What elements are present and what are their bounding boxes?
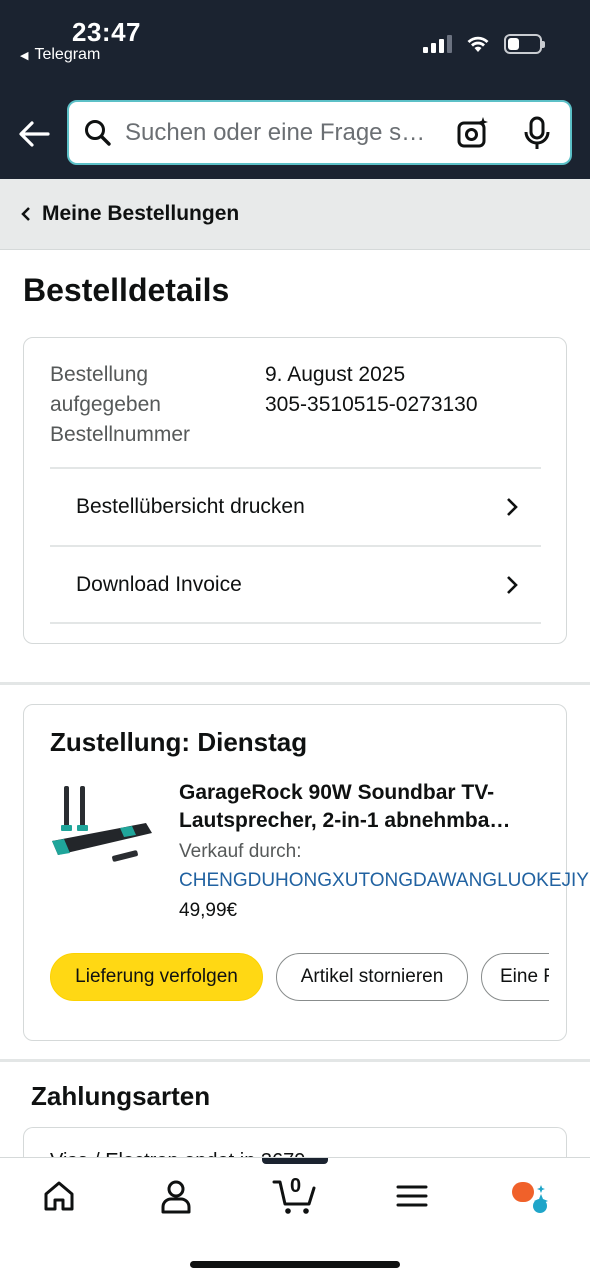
- menu-icon[interactable]: [392, 1176, 432, 1216]
- status-time: 23:47: [72, 17, 141, 47]
- payment-title: Zahlungsarten: [31, 1081, 211, 1111]
- product-name[interactable]: GarageRock 90W Soundbar TV-Lautsprecher,…: [179, 779, 559, 835]
- download-invoice-label: Download Invoice: [76, 572, 242, 596]
- order-meta-values: 9. August 2025 305-3510515-0273130: [265, 360, 478, 420]
- section-divider: [0, 682, 590, 685]
- track-delivery-button[interactable]: Lieferung verfolgen: [50, 953, 263, 1001]
- account-icon[interactable]: [156, 1176, 196, 1216]
- status-icons: [423, 34, 545, 54]
- search-bar[interactable]: [67, 100, 572, 165]
- section-divider: [0, 1059, 590, 1062]
- shipment-card: Zustellung: Dienstag GarageRock 90W Soun…: [23, 704, 589, 1041]
- print-summary-link[interactable]: Bestellübersicht drucken: [50, 467, 541, 544]
- product-image[interactable]: [50, 781, 156, 871]
- seller-link[interactable]: CHENGDUHONGXUTONGDAWANGLUOKEJIYOUXIANGON…: [179, 870, 589, 892]
- order-meta-labels: Bestellung aufgegeben Bestellnummer: [50, 360, 190, 450]
- ask-question-button[interactable]: Eine Frage zum Produkt stellen: [481, 953, 549, 1001]
- back-triangle-icon: ◀: [20, 49, 29, 62]
- rufus-icon[interactable]: [510, 1176, 550, 1216]
- status-back-to-app[interactable]: ◀ Telegram: [20, 46, 100, 64]
- mic-icon[interactable]: [522, 116, 552, 152]
- download-invoice-link[interactable]: Download Invoice: [50, 545, 541, 622]
- status-back-label: Telegram: [34, 46, 101, 63]
- cancel-item-button[interactable]: Artikel stornieren: [276, 953, 468, 1001]
- sold-by-label: Verkauf durch:: [179, 841, 302, 862]
- camera-icon[interactable]: [456, 116, 490, 150]
- search-icon: [85, 119, 111, 146]
- order-date: 9. August 2025: [265, 363, 406, 386]
- order-number: 305-3510515-0273130: [265, 393, 478, 416]
- label-placed: aufgegeben: [50, 393, 161, 416]
- divider: [50, 622, 541, 624]
- battery-icon: [504, 34, 545, 54]
- delivery-title: Zustellung: Dienstag: [50, 727, 308, 757]
- active-tab-indicator: [262, 1158, 328, 1164]
- breadcrumb-label: Meine Bestellungen: [42, 202, 240, 225]
- order-info-card: Bestellung aufgegeben Bestellnummer 9. A…: [23, 337, 567, 644]
- chevron-left-icon: [21, 207, 30, 221]
- wifi-icon: [467, 36, 489, 52]
- cart-count: 0: [290, 1175, 302, 1197]
- back-arrow-icon[interactable]: [16, 114, 52, 154]
- label-order-number: Bestellnummer: [50, 423, 191, 446]
- print-summary-label: Bestellübersicht drucken: [76, 494, 305, 518]
- search-input[interactable]: [125, 118, 440, 147]
- header: 23:47 ◀ Telegram: [0, 0, 590, 179]
- action-buttons: Lieferung verfolgen Artikel stornieren E…: [50, 953, 549, 1003]
- signal-icon: [423, 35, 452, 53]
- home-indicator: [190, 1261, 400, 1268]
- breadcrumb[interactable]: Meine Bestellungen: [0, 179, 590, 250]
- chevron-right-icon: [507, 497, 518, 516]
- chevron-right-icon: [507, 575, 518, 594]
- label-order: Bestellung: [50, 363, 149, 386]
- home-icon[interactable]: [39, 1176, 79, 1216]
- page-title: Bestelldetails: [23, 272, 230, 308]
- product-price: 49,99€: [179, 900, 238, 921]
